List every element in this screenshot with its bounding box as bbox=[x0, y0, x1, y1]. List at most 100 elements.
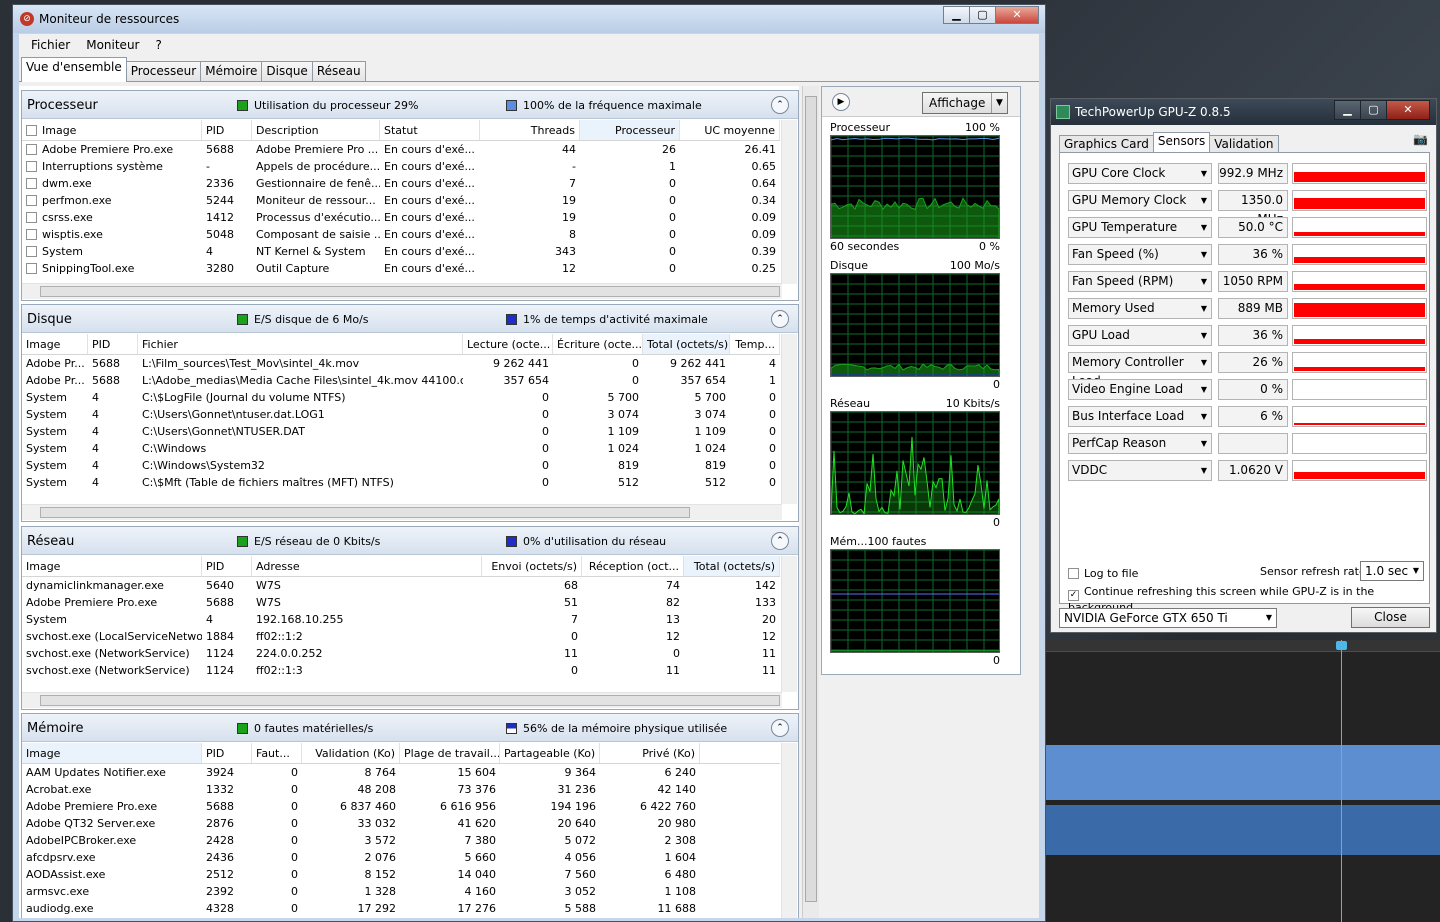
col-pid[interactable]: PID bbox=[202, 556, 252, 576]
table-row[interactable]: svchost.exe (NetworkService) 1124 224.0.0.… bbox=[22, 645, 780, 662]
table-row[interactable]: Interruptions système - Appels de procédur… bbox=[22, 158, 780, 175]
col-partageable[interactable]: Partageable (Ko) bbox=[500, 743, 600, 763]
col-plage[interactable]: Plage de travail... bbox=[400, 743, 500, 763]
table-row[interactable]: Adobe Pr... 5688 L:\Adobe_medias\Media Cac… bbox=[22, 372, 780, 389]
col-fautes[interactable]: Faut... bbox=[252, 743, 302, 763]
display-button[interactable]: Affichage ▼ bbox=[922, 92, 1008, 114]
collapse-icon[interactable]: ⌃ bbox=[771, 719, 789, 737]
collapse-icon[interactable]: ⌃ bbox=[771, 310, 789, 328]
sensor-name-dropdown[interactable]: GPU Memory Clock ▼ bbox=[1068, 190, 1212, 211]
table-row[interactable]: csrss.exe 1412 Processus d'exécutio... En c… bbox=[22, 209, 780, 226]
row-checkbox[interactable] bbox=[26, 212, 37, 223]
log-to-file-checkbox[interactable]: Log to file bbox=[1068, 567, 1138, 580]
tab-reseau[interactable]: Réseau bbox=[311, 61, 366, 81]
row-checkbox[interactable] bbox=[26, 178, 37, 189]
tab-validation[interactable]: Validation bbox=[1209, 135, 1279, 153]
sensor-name-dropdown[interactable]: GPU Temperature ▼ bbox=[1068, 217, 1212, 238]
collapse-icon[interactable]: ⌃ bbox=[771, 532, 789, 550]
table-row[interactable]: System 4 C:\$Mft (Table de fichiers maître… bbox=[22, 474, 780, 491]
table-row[interactable]: svchost.exe (LocalServiceNetwo... 1884 ff0… bbox=[22, 628, 780, 645]
table-row[interactable]: System 4 C:\Users\Gonnet\ntuser.dat.LOG1 0 3… bbox=[22, 406, 780, 423]
tab-disque[interactable]: Disque bbox=[261, 61, 313, 81]
select-all-checkbox[interactable] bbox=[26, 125, 37, 136]
menu-help[interactable]: ? bbox=[147, 38, 169, 52]
gpuz-title-bar[interactable]: TechPowerUp GPU-Z 0.8.5 ▁ ▢ ✕ bbox=[1051, 99, 1436, 125]
menu-fichier[interactable]: Fichier bbox=[23, 38, 78, 52]
col-envoi[interactable]: Envoi (octets/s) bbox=[482, 556, 582, 576]
col-pid[interactable]: PID bbox=[202, 743, 252, 763]
maximize-button[interactable]: ▢ bbox=[969, 6, 996, 24]
table-row[interactable]: Adobe Premiere Pro.exe 5688 Adobe Premiere… bbox=[22, 141, 780, 158]
table-row[interactable]: Adobe Premiere Pro.exe 5688 W7S 51 82 133 bbox=[22, 594, 780, 611]
col-statut[interactable]: Statut bbox=[380, 120, 480, 140]
main-vertical-scrollbar[interactable] bbox=[802, 86, 819, 918]
minimize-button[interactable]: ▁ bbox=[943, 6, 970, 24]
table-row[interactable]: SnippingTool.exe 3280 Outil Capture En cour… bbox=[22, 260, 780, 277]
table-row[interactable]: System 4 C:\Windows\System32 0 819 819 0 bbox=[22, 457, 780, 474]
close-action-button[interactable]: Close bbox=[1351, 607, 1430, 628]
cpu-vertical-scrollbar[interactable] bbox=[781, 120, 797, 284]
video-clip[interactable] bbox=[1046, 745, 1440, 800]
network-section-header[interactable]: Réseau E/S réseau de 0 Kbits/s 0% d'util… bbox=[22, 527, 798, 555]
col-adresse[interactable]: Adresse bbox=[252, 556, 482, 576]
tab-processeur[interactable]: Processeur bbox=[125, 61, 202, 81]
table-row[interactable]: dynamiclinkmanager.exe 5640 W7S 68 74 142 bbox=[22, 577, 780, 594]
menu-moniteur[interactable]: Moniteur bbox=[78, 38, 147, 52]
cpu-section-header[interactable]: Processeur Utilisation du processeur 29%… bbox=[22, 91, 798, 119]
table-row[interactable]: System 4 C:\Users\Gonnet\NTUSER.DAT 0 1 109 1… bbox=[22, 423, 780, 440]
col-image[interactable]: Image bbox=[22, 120, 202, 140]
collapse-icon[interactable]: ⌃ bbox=[771, 96, 789, 114]
col-ecriture[interactable]: Écriture (octe... bbox=[553, 334, 643, 354]
tab-memoire[interactable]: Mémoire bbox=[200, 61, 263, 81]
gpu-select[interactable]: NVIDIA GeForce GTX 650 Ti ▼ bbox=[1059, 608, 1277, 628]
col-total[interactable]: Total (octets/s) bbox=[684, 556, 780, 576]
row-checkbox[interactable] bbox=[26, 246, 37, 257]
table-row[interactable]: afcdpsrv.exe 2436 0 2 076 5 660 4 056 1 604 bbox=[22, 849, 780, 866]
col-image[interactable]: Image bbox=[22, 743, 202, 763]
network-vertical-scrollbar[interactable] bbox=[781, 556, 797, 692]
camera-icon[interactable]: 📷 bbox=[1413, 132, 1428, 146]
table-row[interactable]: armsvc.exe 2392 0 1 328 4 160 3 052 1 108 bbox=[22, 883, 780, 900]
table-row[interactable]: perfmon.exe 5244 Moniteur de ressour... En … bbox=[22, 192, 780, 209]
close-button[interactable]: ✕ bbox=[1386, 100, 1430, 120]
sensor-name-dropdown[interactable]: Fan Speed (%) ▼ bbox=[1068, 244, 1212, 265]
title-bar[interactable]: ⊘ Moniteur de ressources ▁ ▢ ✕ bbox=[13, 5, 1045, 33]
network-horizontal-scrollbar[interactable] bbox=[22, 692, 782, 708]
col-pid[interactable]: PID bbox=[88, 334, 138, 354]
sensor-name-dropdown[interactable]: Memory Used ▼ bbox=[1068, 298, 1212, 319]
col-total[interactable]: Total (octets/s) bbox=[643, 334, 730, 354]
table-row[interactable]: wisptis.exe 5048 Composant de saisie ... En… bbox=[22, 226, 780, 243]
sensor-name-dropdown[interactable]: GPU Core Clock ▼ bbox=[1068, 163, 1212, 184]
table-row[interactable]: Adobe QT32 Server.exe 2876 0 33 032 41 620 20… bbox=[22, 815, 780, 832]
close-button[interactable]: ✕ bbox=[995, 6, 1039, 24]
sensor-name-dropdown[interactable]: GPU Load ▼ bbox=[1068, 325, 1212, 346]
table-row[interactable]: System 4 C:\$LogFile (Journal du volume NT… bbox=[22, 389, 780, 406]
playhead-icon[interactable] bbox=[1336, 641, 1347, 650]
table-row[interactable]: AODAssist.exe 2512 0 8 152 14 040 7 560 6 480 bbox=[22, 866, 780, 883]
sensor-name-dropdown[interactable]: VDDC ▼ bbox=[1068, 460, 1212, 481]
col-reception[interactable]: Réception (oct... bbox=[582, 556, 684, 576]
col-validation[interactable]: Validation (Ko) bbox=[302, 743, 400, 763]
memory-section-header[interactable]: Mémoire 0 fautes matérielles/s 56% de la… bbox=[22, 714, 798, 742]
memory-vertical-scrollbar[interactable] bbox=[781, 743, 797, 918]
sensor-name-dropdown[interactable]: Video Engine Load ▼ bbox=[1068, 379, 1212, 400]
cpu-horizontal-scrollbar[interactable] bbox=[22, 283, 782, 299]
sensor-name-dropdown[interactable]: Fan Speed (RPM) ▼ bbox=[1068, 271, 1212, 292]
table-row[interactable]: svchost.exe (NetworkService) 1124 ff02::1:… bbox=[22, 662, 780, 679]
row-checkbox[interactable] bbox=[26, 263, 37, 274]
col-image[interactable]: Image bbox=[22, 334, 88, 354]
sensor-name-dropdown[interactable]: Memory Controller Load▼ bbox=[1068, 352, 1212, 388]
table-row[interactable]: Adobe Premiere Pro.exe 5688 0 6 837 460 6 61… bbox=[22, 798, 780, 815]
table-row[interactable]: dwm.exe 2336 Gestionnaire de fenê... En cou… bbox=[22, 175, 780, 192]
col-processeur[interactable]: Processeur bbox=[580, 120, 680, 140]
tab-overview[interactable]: Vue d'ensemble bbox=[21, 57, 127, 82]
disk-horizontal-scrollbar[interactable] bbox=[22, 504, 782, 520]
col-image[interactable]: Image bbox=[22, 556, 202, 576]
refresh-rate-select[interactable]: 1.0 sec ▼ bbox=[1360, 561, 1424, 581]
table-row[interactable]: System 4 C:\Windows 0 1 024 1 024 0 bbox=[22, 440, 780, 457]
col-pid[interactable]: PID bbox=[202, 120, 252, 140]
row-checkbox[interactable] bbox=[26, 144, 37, 155]
col-description[interactable]: Description bbox=[252, 120, 380, 140]
disk-vertical-scrollbar[interactable] bbox=[781, 334, 797, 504]
maximize-button[interactable]: ▢ bbox=[1360, 100, 1387, 120]
